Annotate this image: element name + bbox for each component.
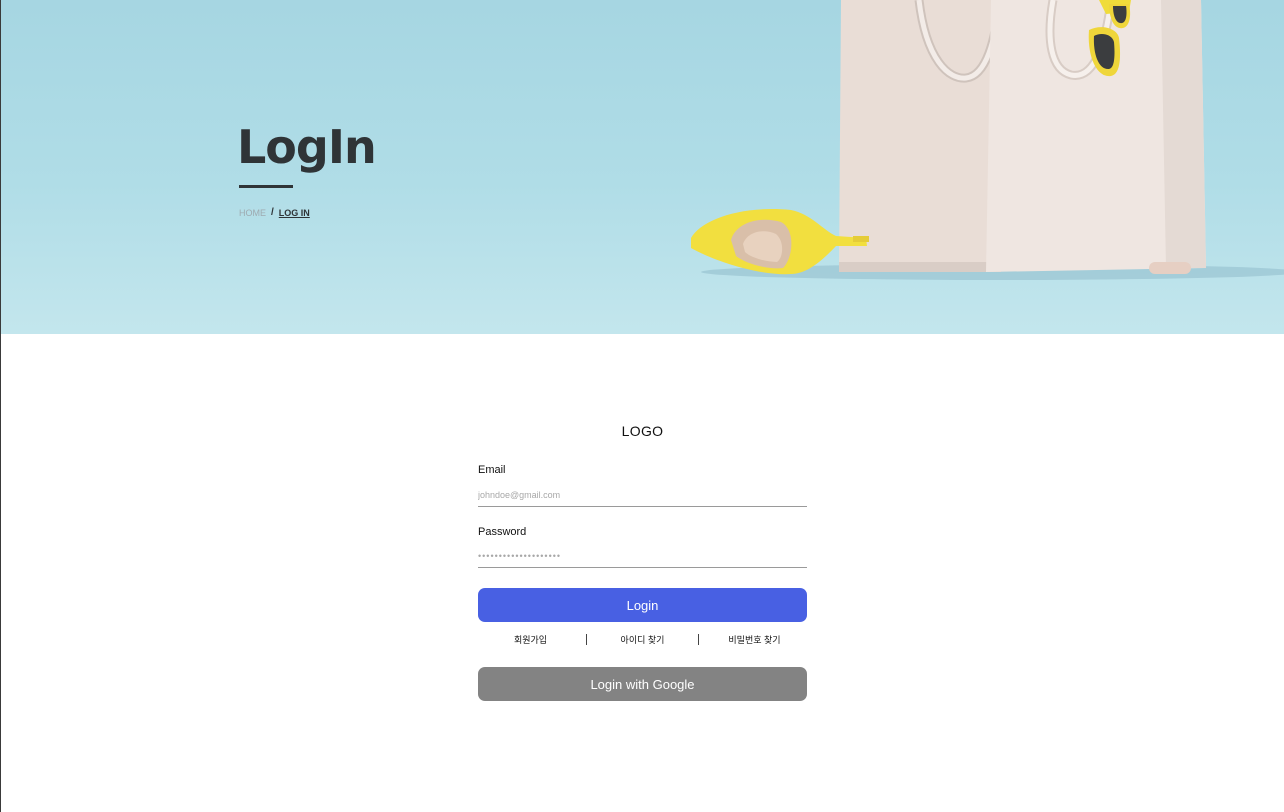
password-field[interactable]	[478, 545, 807, 568]
breadcrumb: HOME / LOG IN	[239, 207, 310, 218]
breadcrumb-separator: /	[271, 207, 274, 218]
login-form: LOGO Email Password Login 회원가입 아이디 찾기 비밀…	[478, 420, 807, 701]
breadcrumb-current-link[interactable]: LOG IN	[279, 208, 310, 218]
shopping-bag-back	[839, 0, 1011, 272]
link-divider	[586, 633, 587, 645]
signup-link[interactable]: 회원가입	[478, 633, 583, 646]
email-field[interactable]	[478, 484, 807, 507]
hero-illustration	[691, 0, 1284, 280]
email-label: Email	[478, 464, 506, 476]
frame-border	[0, 0, 1, 812]
login-button[interactable]: Login	[478, 588, 807, 622]
page: LogIn HOME / LOG IN LOGO Email Password …	[0, 0, 1284, 812]
find-id-link[interactable]: 아이디 찾기	[590, 633, 695, 646]
google-login-button[interactable]: Login with Google	[478, 667, 807, 701]
account-links: 회원가입 아이디 찾기 비밀번호 찾기	[478, 632, 807, 646]
link-divider	[698, 633, 699, 645]
find-password-link[interactable]: 비밀번호 찾기	[702, 633, 807, 646]
page-title: LogIn	[237, 120, 377, 174]
title-underline	[239, 185, 293, 188]
password-label: Password	[478, 526, 527, 538]
breadcrumb-home-link[interactable]: HOME	[239, 208, 266, 218]
logo: LOGO	[621, 423, 664, 439]
hero-banner: LogIn HOME / LOG IN	[1, 0, 1284, 334]
